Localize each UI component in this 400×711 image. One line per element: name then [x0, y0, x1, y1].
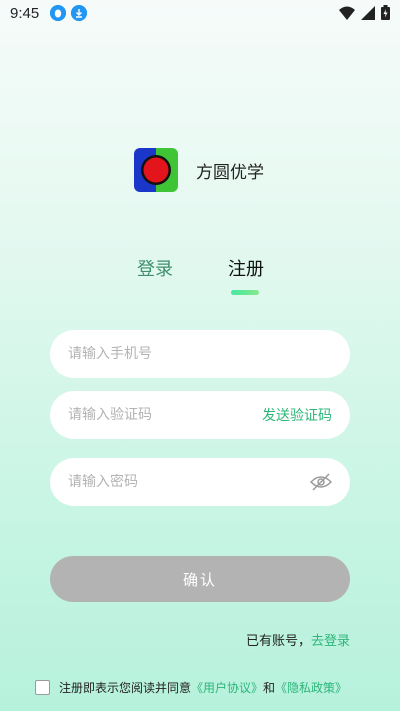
have-account-row: 已有账号，去登录	[246, 630, 350, 649]
user-agreement-link[interactable]: 《用户协议》	[191, 679, 263, 696]
status-time: 9:45	[10, 5, 40, 22]
tab-login[interactable]: 登录	[137, 255, 173, 281]
download-notification-icon	[71, 5, 87, 21]
go-login-link[interactable]: 去登录	[311, 634, 350, 649]
signal-icon	[361, 5, 375, 20]
agreement-checkbox[interactable]	[35, 680, 50, 695]
status-bar: 9:45	[0, 0, 400, 28]
app-name: 方圆优学	[196, 163, 264, 183]
password-field	[50, 458, 350, 506]
confirm-button[interactable]: 确认	[50, 556, 350, 602]
verification-code-field: 发送验证码	[50, 391, 350, 439]
privacy-policy-link[interactable]: 《隐私政策》	[275, 679, 347, 696]
send-code-button[interactable]: 发送验证码	[262, 405, 332, 425]
verification-code-input[interactable]	[68, 391, 248, 439]
qq-notification-icon	[50, 5, 66, 21]
wifi-icon	[339, 6, 355, 20]
tab-active-indicator	[231, 290, 259, 295]
phone-input[interactable]	[68, 330, 248, 378]
battery-icon	[381, 5, 390, 20]
app-logo	[134, 148, 178, 192]
have-account-text: 已有账号，	[245, 634, 311, 649]
tab-register[interactable]: 注册	[228, 255, 264, 281]
agreement-and: 和	[263, 681, 276, 695]
password-input[interactable]	[68, 458, 248, 506]
phone-field	[50, 330, 350, 378]
status-right-icons	[339, 5, 390, 20]
eye-hidden-icon[interactable]	[309, 472, 333, 492]
agreement-text: 注册即表示您阅读并同意	[59, 681, 192, 695]
agreement-row: 注册即表示您阅读并同意 《用户协议》 和 《隐私政策》	[35, 679, 347, 696]
